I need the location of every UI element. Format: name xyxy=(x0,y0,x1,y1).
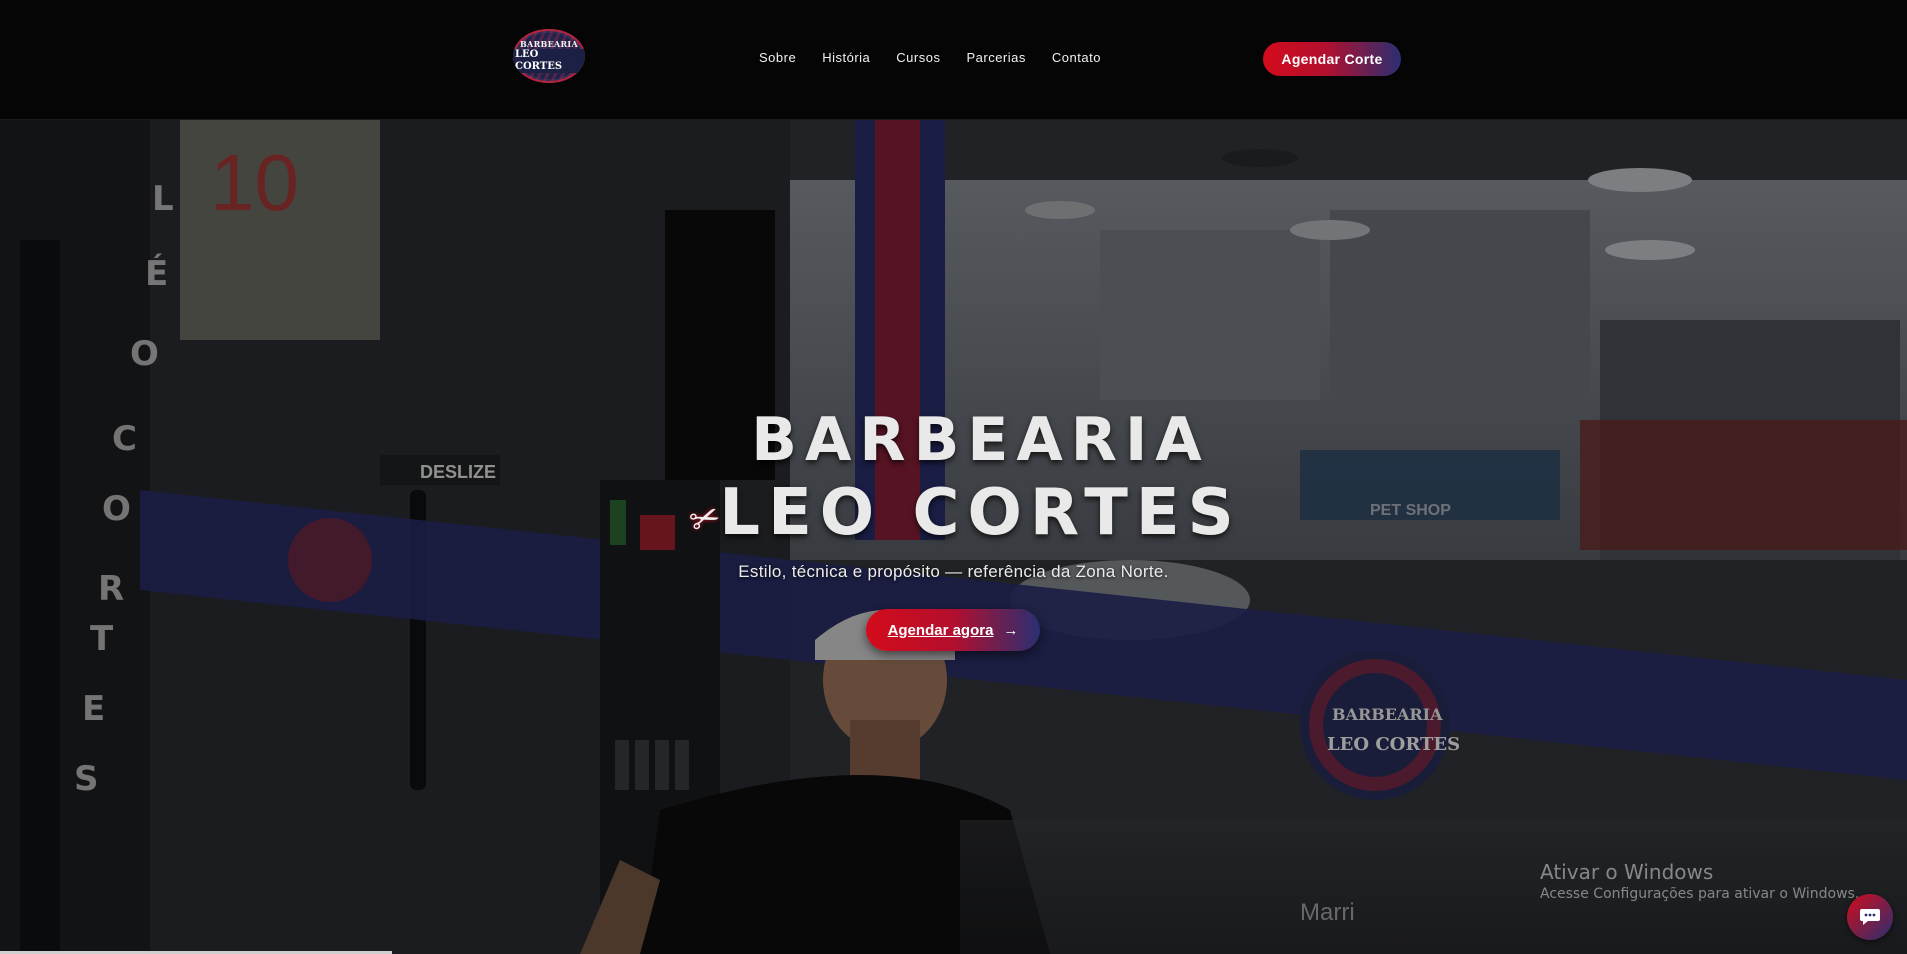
nav-item-parcerias[interactable]: Parcerias xyxy=(966,49,1025,67)
logo-line2: LEO CORTES xyxy=(513,49,585,73)
hero-section: 10 L É O C O R T E S DESLIZE BARBEARIA L… xyxy=(0,120,1907,954)
page: BARBEARIA LEO CORTES Sobre História Curs… xyxy=(0,0,1907,954)
logo-line1: BARBEARIA xyxy=(520,39,578,49)
agendar-agora-label: Agendar agora xyxy=(887,621,994,639)
chat-bubble-icon xyxy=(1860,909,1880,925)
activation-watermark-subtitle: Acesse Configurações para ativar o Windo… xyxy=(1540,886,1860,902)
nav-item-historia[interactable]: História xyxy=(822,49,870,67)
agendar-agora-button[interactable]: Agendar agora → xyxy=(866,609,1040,651)
arrow-right-icon: → xyxy=(1003,621,1019,639)
hero-title-line1: BARBEARIA xyxy=(751,405,1210,475)
hero-title-line2: LEO CORTES xyxy=(719,476,1242,550)
agendar-corte-label: Agendar Corte xyxy=(1281,51,1383,67)
nav-item-sobre[interactable]: Sobre xyxy=(759,49,796,67)
activation-watermark-title: Ativar o Windows xyxy=(1540,860,1714,884)
nav-item-cursos[interactable]: Cursos xyxy=(896,49,940,67)
main-nav: Sobre História Cursos Parcerias Contato xyxy=(759,49,1127,67)
nav-item-contato[interactable]: Contato xyxy=(1052,49,1101,67)
agendar-corte-button[interactable]: Agendar Corte xyxy=(1263,42,1401,76)
site-header: BARBEARIA LEO CORTES Sobre História Curs… xyxy=(0,0,1907,120)
chat-button[interactable] xyxy=(1847,894,1893,940)
hero-tagline: Estilo, técnica e propósito — referência… xyxy=(738,562,1169,581)
brand-logo[interactable]: BARBEARIA LEO CORTES xyxy=(513,29,585,83)
